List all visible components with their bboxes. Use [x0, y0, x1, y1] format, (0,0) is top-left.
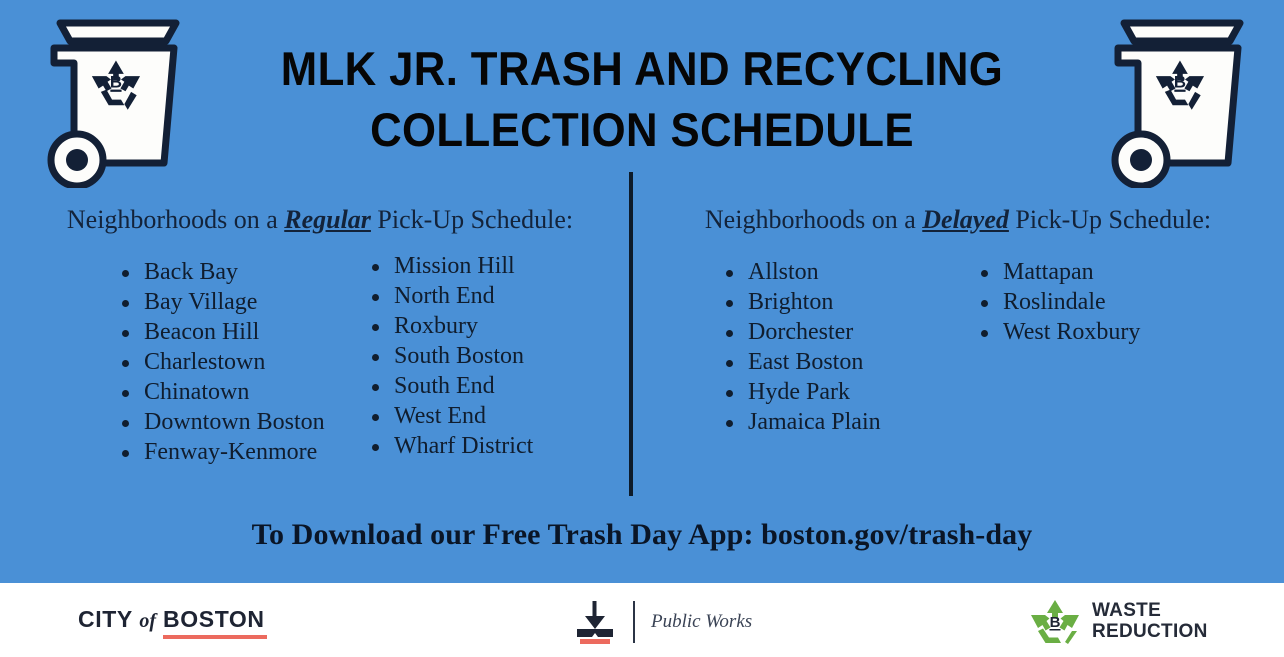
- public-works-label: Public Works: [651, 611, 753, 632]
- delayed-heading-after: Pick-Up Schedule:: [1008, 205, 1212, 234]
- waste-reduction-label: WASTE REDUCTION: [1092, 600, 1208, 642]
- delayed-schedule-heading: Neighborhoods on a Delayed Pick-Up Sched…: [648, 203, 1268, 237]
- list-item: Downtown Boston: [116, 407, 366, 437]
- list-item: Brighton: [720, 287, 975, 317]
- waste-reduction-line-2: REDUCTION: [1092, 621, 1208, 642]
- regular-schedule-heading: Neighborhoods on a Regular Pick-Up Sched…: [20, 203, 620, 237]
- regular-neighborhood-list-b: Mission Hill North End Roxbury South Bos…: [366, 251, 616, 461]
- list-item: North End: [366, 281, 616, 311]
- delayed-heading-emphasis: Delayed: [922, 205, 1009, 234]
- poster-canvas: B B MLK JR. TRASH AND RECYCLING COLLECTI…: [0, 0, 1284, 657]
- delayed-heading-before: Neighborhoods on a: [704, 205, 923, 234]
- list-item: Wharf District: [366, 431, 616, 461]
- recycling-symbol-icon: B: [1030, 598, 1080, 644]
- list-item: West End: [366, 401, 616, 431]
- list-item: Bay Village: [116, 287, 366, 317]
- list-item: Back Bay: [116, 257, 366, 287]
- regular-schedule-section: Neighborhoods on a Regular Pick-Up Sched…: [20, 203, 620, 467]
- delayed-neighborhood-list-a: Allston Brighton Dorchester East Boston …: [720, 257, 975, 437]
- list-item: Mattapan: [975, 257, 1230, 287]
- regular-heading-after: Pick-Up Schedule:: [370, 205, 574, 234]
- vertical-divider: [629, 172, 633, 496]
- list-item: Dorchester: [720, 317, 975, 347]
- list-item: Charlestown: [116, 347, 366, 377]
- delayed-schedule-section: Neighborhoods on a Delayed Pick-Up Sched…: [648, 203, 1268, 437]
- city-of-boston-word-of: of: [139, 610, 157, 632]
- regular-column-b: Mission Hill North End Roxbury South Bos…: [366, 251, 616, 467]
- list-item: Mission Hill: [366, 251, 616, 281]
- public-works-lockup: Public Works: [575, 597, 752, 647]
- city-of-boston-word-boston: BOSTON: [163, 606, 267, 639]
- regular-heading-emphasis: Regular: [284, 205, 371, 234]
- list-item: South Boston: [366, 341, 616, 371]
- page-title: MLK JR. TRASH AND RECYCLING COLLECTION S…: [212, 38, 1072, 160]
- app-download-callout: To Download our Free Trash Day App: bost…: [251, 518, 1033, 551]
- list-item: Roxbury: [366, 311, 616, 341]
- list-item: Jamaica Plain: [720, 407, 975, 437]
- regular-heading-before: Neighborhoods on a: [66, 205, 285, 234]
- list-item: Chinatown: [116, 377, 366, 407]
- delayed-column-a: Allston Brighton Dorchester East Boston …: [720, 257, 975, 437]
- list-item: Beacon Hill: [116, 317, 366, 347]
- delayed-neighborhood-list-b: Mattapan Roslindale West Roxbury: [975, 257, 1230, 347]
- svg-text:B: B: [1174, 72, 1186, 91]
- list-item: East Boston: [720, 347, 975, 377]
- list-item: West Roxbury: [975, 317, 1230, 347]
- list-item: Fenway-Kenmore: [116, 437, 366, 467]
- list-item: South End: [366, 371, 616, 401]
- waste-reduction-line-1: WASTE: [1092, 600, 1162, 621]
- regular-column-a: Back Bay Bay Village Beacon Hill Charles…: [116, 257, 366, 467]
- waste-reduction-lockup: B WASTE REDUCTION: [1030, 596, 1208, 646]
- regular-neighborhood-list-a: Back Bay Bay Village Beacon Hill Charles…: [116, 257, 366, 467]
- regular-schedule-columns: Back Bay Bay Village Beacon Hill Charles…: [20, 253, 620, 467]
- page-title-line-2: COLLECTION SCHEDULE: [370, 103, 914, 156]
- svg-text:B: B: [110, 72, 122, 91]
- trash-bin-illustration-left: B: [34, 8, 202, 188]
- page-title-line-1: MLK JR. TRASH AND RECYCLING: [280, 42, 1004, 95]
- delayed-column-b: Mattapan Roslindale West Roxbury: [975, 257, 1230, 437]
- trash-bin-illustration-right: B: [1098, 8, 1266, 188]
- public-works-mark-icon: [575, 600, 615, 644]
- svg-text:B: B: [1050, 614, 1061, 631]
- list-item: Hyde Park: [720, 377, 975, 407]
- list-item: Allston: [720, 257, 975, 287]
- list-item: Roslindale: [975, 287, 1230, 317]
- public-works-divider: [633, 601, 635, 643]
- city-of-boston-logo: CITY of BOSTON: [78, 606, 267, 639]
- city-of-boston-word-city: CITY: [78, 606, 133, 632]
- delayed-schedule-columns: Allston Brighton Dorchester East Boston …: [648, 257, 1268, 437]
